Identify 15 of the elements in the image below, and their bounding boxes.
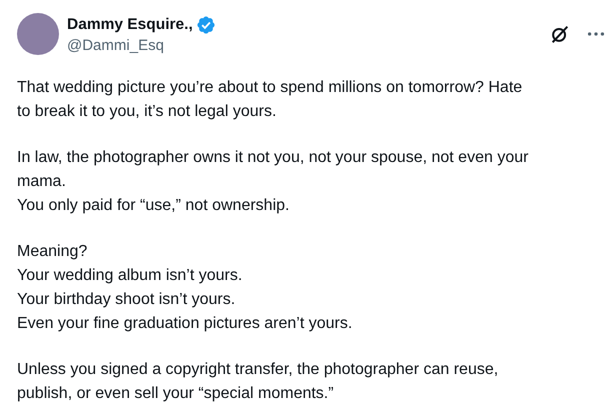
author-name[interactable]: Dammy Esquire., [67, 16, 193, 34]
tweet-text-line: Unless you signed a copyright transfer, the photographer can reuse, [17, 360, 500, 380]
tweet-text-line: That wedding picture you’re about to spend millions on tomorrow? Hate [17, 78, 524, 98]
tweet-text-line: publish, or even sell your “special moments.” [17, 384, 335, 404]
tweet-text-line: In law, the photographer owns it not you, not your spouse, not even your [17, 148, 530, 168]
slashed-circle-icon[interactable] [549, 23, 571, 45]
tweet-text-line: mama. [17, 172, 67, 192]
tweet-text-line: Your birthday shoot isn’t yours. [17, 290, 236, 310]
tweet-text-line: Your wedding album isn’t yours. [17, 266, 244, 286]
author-handle[interactable]: @Dammi_Esq [67, 36, 549, 54]
avatar[interactable] [17, 13, 59, 55]
tweet-text-line: Meaning? [17, 242, 88, 262]
tweet-text-line: Even your fine graduation pictures aren’t yours. [17, 314, 354, 334]
tweet-text-line: to break it to you, it’s not legal yours. [17, 102, 278, 122]
tweet-text-line: You only paid for “use,” not ownership. [17, 196, 290, 216]
